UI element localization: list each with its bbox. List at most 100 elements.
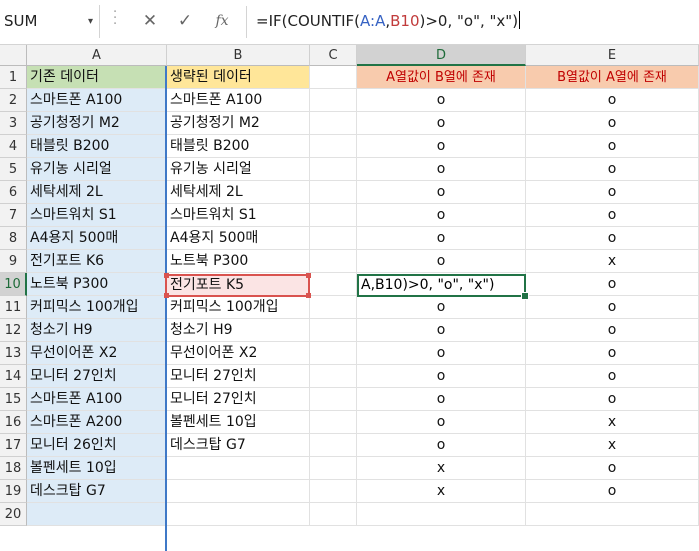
cell-d[interactable]: o [357,135,526,158]
row-header[interactable]: 1 [0,66,27,89]
row-header[interactable]: 3 [0,112,27,135]
cell-a[interactable] [27,503,167,526]
cell-c[interactable] [310,319,357,342]
cell-c[interactable] [310,457,357,480]
cell-e[interactable]: o [526,319,699,342]
column-header-c[interactable]: C [310,45,357,66]
drag-handle-icon[interactable]: · · · [113,6,118,31]
cell-a[interactable]: 데스크탑 G7 [27,480,167,503]
cell-e[interactable]: o [526,204,699,227]
cell-c1[interactable] [310,66,357,89]
select-all-corner[interactable] [0,45,27,66]
cell-a[interactable]: A4용지 500매 [27,227,167,250]
cell-b[interactable]: 커피믹스 100개입 [167,296,310,319]
formula-input[interactable]: =IF(COUNTIF(A:A,B10)>0, "o", "x") [250,5,521,38]
cell-b[interactable]: 모니터 27인치 [167,365,310,388]
row-header[interactable]: 6 [0,181,27,204]
cell-c[interactable] [310,503,357,526]
cell-d[interactable]: o [357,319,526,342]
cell-b[interactable]: 공기청정기 M2 [167,112,310,135]
cell-e[interactable]: o [526,480,699,503]
cell-a[interactable]: 볼펜세트 10입 [27,457,167,480]
row-header[interactable]: 9 [0,250,27,273]
cell-c[interactable] [310,204,357,227]
row-header[interactable]: 18 [0,457,27,480]
cell-d[interactable]: x [357,457,526,480]
cell-b[interactable]: 청소기 H9 [167,319,310,342]
cell-b[interactable] [167,503,310,526]
cell-d[interactable]: x [357,480,526,503]
chevron-down-icon[interactable]: ▾ [88,5,93,38]
cell-c[interactable] [310,273,357,296]
row-header[interactable]: 16 [0,411,27,434]
cell-a[interactable]: 스마트폰 A100 [27,89,167,112]
cell-e[interactable]: o [526,365,699,388]
column-header-d[interactable]: D [357,45,526,66]
name-box[interactable]: SUM ▾ [0,5,100,38]
cell-c[interactable] [310,388,357,411]
cell-d[interactable]: o [357,89,526,112]
cell-b[interactable]: 세탁세제 2L [167,181,310,204]
cell-b[interactable]: 스마트폰 A100 [167,89,310,112]
cell-e[interactable]: o [526,112,699,135]
cell-a[interactable]: 공기청정기 M2 [27,112,167,135]
cell-d1[interactable]: A열값이 B열에 존재 [357,66,526,89]
cell-e[interactable]: x [526,434,699,457]
cell-e[interactable]: o [526,227,699,250]
cell-b[interactable]: 스마트워치 S1 [167,204,310,227]
cell-b[interactable] [167,480,310,503]
cell-c[interactable] [310,365,357,388]
cell-c[interactable] [310,411,357,434]
cell-d[interactable]: o [357,388,526,411]
column-header-a[interactable]: A [27,45,167,66]
cell-e[interactable] [526,503,699,526]
row-header[interactable]: 7 [0,204,27,227]
cell-a[interactable]: 청소기 H9 [27,319,167,342]
cell-b[interactable]: 유기농 시리얼 [167,158,310,181]
cell-a[interactable]: 전기포트 K6 [27,250,167,273]
cell-d[interactable]: o [357,158,526,181]
cell-a1[interactable]: 기존 데이터 [27,66,167,89]
cell-d[interactable]: o [357,342,526,365]
cell-e[interactable]: o [526,273,699,296]
cell-c[interactable] [310,181,357,204]
row-header[interactable]: 8 [0,227,27,250]
cell-c[interactable] [310,296,357,319]
cancel-icon[interactable]: ✕ [136,7,164,35]
cell-a[interactable]: 유기농 시리얼 [27,158,167,181]
cell-b[interactable]: 전기포트 K5 [167,273,310,296]
cell-e[interactable]: o [526,342,699,365]
cell-a[interactable]: 모니터 27인치 [27,365,167,388]
cell-a[interactable]: 태블릿 B200 [27,135,167,158]
cell-b[interactable]: 노트북 P300 [167,250,310,273]
row-header[interactable]: 15 [0,388,27,411]
cell-c[interactable] [310,342,357,365]
cell-d[interactable]: o [357,434,526,457]
row-header[interactable]: 4 [0,135,27,158]
cell-e[interactable]: o [526,181,699,204]
cell-e[interactable]: o [526,135,699,158]
cell-c[interactable] [310,227,357,250]
cell-d[interactable]: o [357,181,526,204]
cell-e[interactable]: o [526,388,699,411]
cell-e[interactable]: x [526,250,699,273]
cell-a[interactable]: 커피믹스 100개입 [27,296,167,319]
cell-e[interactable]: o [526,158,699,181]
row-header[interactable]: 20 [0,503,27,526]
cell-d[interactable]: o [357,250,526,273]
cell-b[interactable] [167,457,310,480]
cell-d[interactable]: o [357,112,526,135]
cell-b[interactable]: 모니터 27인치 [167,388,310,411]
row-header[interactable]: 19 [0,480,27,503]
column-header-b[interactable]: B [167,45,310,66]
row-header[interactable]: 2 [0,89,27,112]
cell-c[interactable] [310,250,357,273]
active-cell-d10-editor[interactable]: A,B10)>0, "o", "x") [357,274,529,300]
cell-a[interactable]: 스마트폰 A100 [27,388,167,411]
insert-function-icon[interactable]: fx [208,7,236,35]
cell-e[interactable]: o [526,296,699,319]
cell-d[interactable]: o [357,296,526,319]
cell-c[interactable] [310,89,357,112]
check-icon[interactable]: ✓ [171,7,199,35]
cell-e1[interactable]: B열값이 A열에 존재 [526,66,699,89]
